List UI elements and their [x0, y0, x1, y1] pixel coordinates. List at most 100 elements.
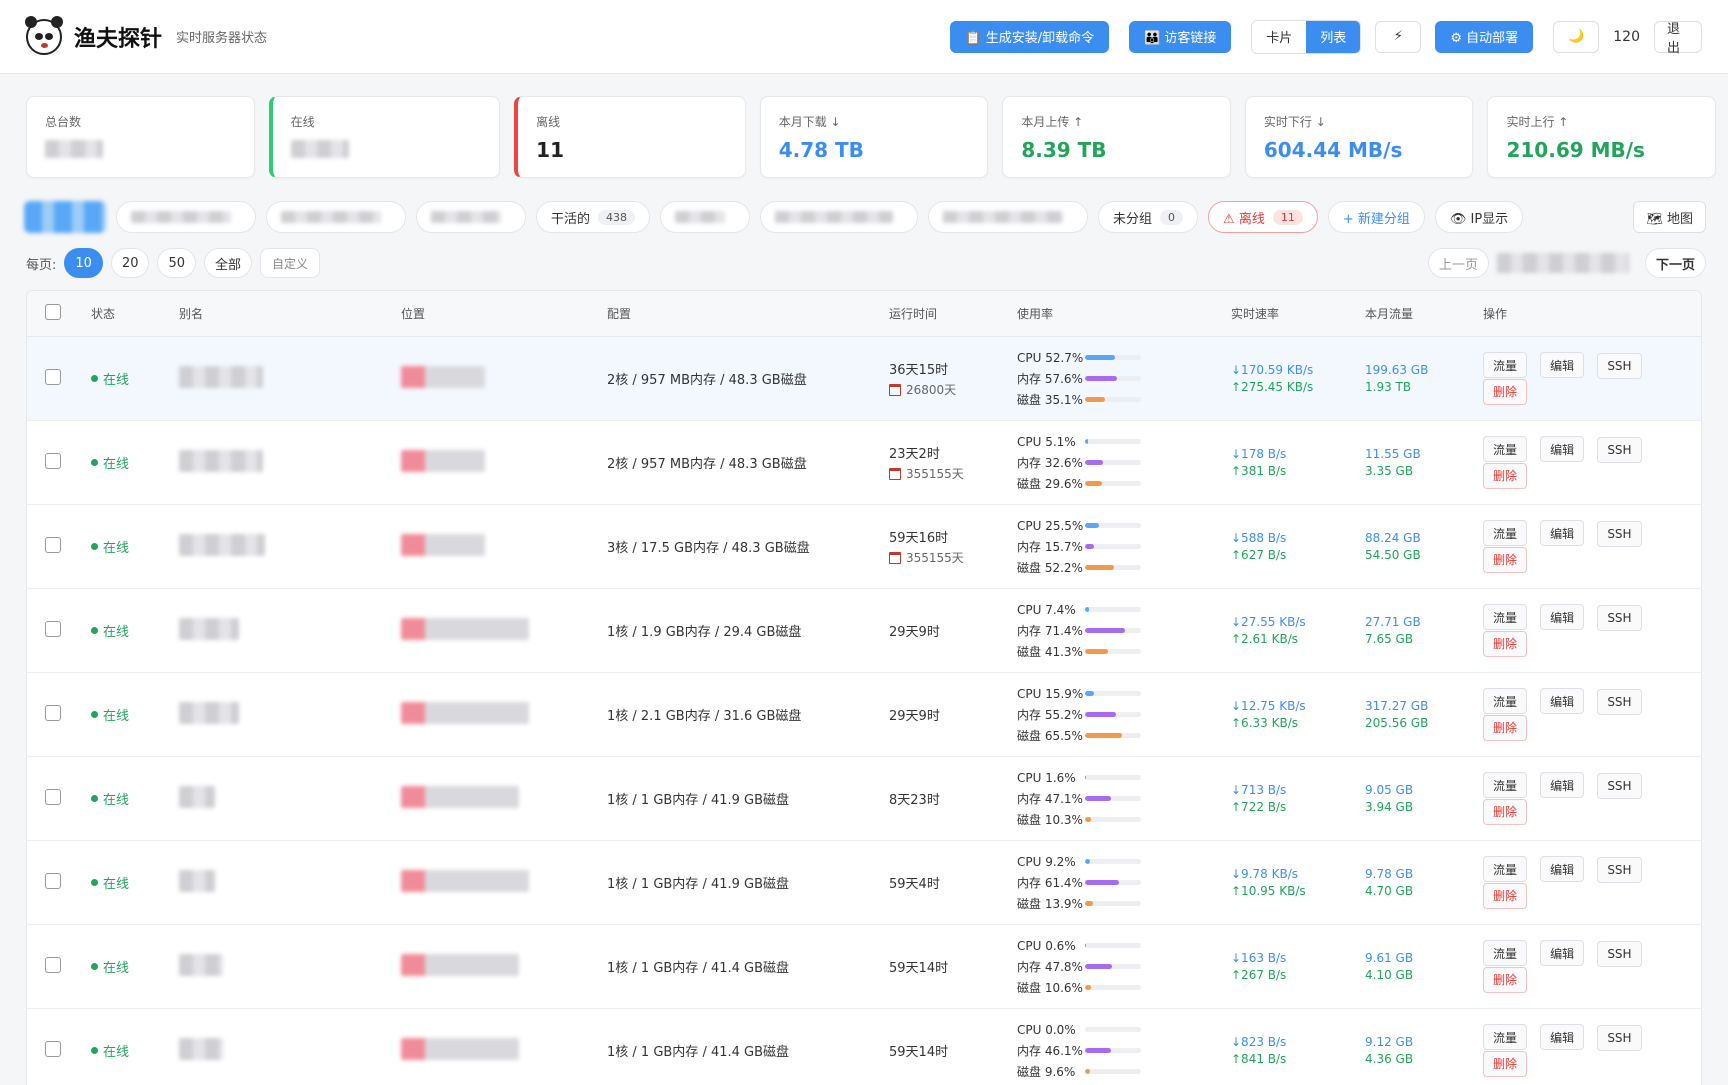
- disk-bar-fill: [1085, 397, 1105, 402]
- edit-button[interactable]: 编辑: [1540, 604, 1585, 631]
- table-row[interactable]: 在线 2核 / 957 MB内存 / 48.3 GB磁盘 23天2时 355155…: [27, 421, 1701, 505]
- refresh-interval[interactable]: 120: [1613, 29, 1640, 45]
- row-checkbox[interactable]: [45, 788, 61, 805]
- table-row[interactable]: 在线 1核 / 1 GB内存 / 41.4 GB磁盘 59天14时 CPU 0.…: [27, 925, 1701, 1009]
- group-tab-redacted[interactable]: [416, 201, 526, 233]
- row-checkbox[interactable]: [45, 872, 61, 889]
- group-tab-redacted[interactable]: [266, 201, 406, 233]
- stat-value: 604.44 MB/s: [1263, 138, 1403, 162]
- delete-button[interactable]: 删除: [1483, 378, 1528, 405]
- delete-button[interactable]: 删除: [1483, 630, 1528, 657]
- page-numbers-redacted[interactable]: [1496, 253, 1629, 273]
- per-page-50[interactable]: 50: [157, 248, 197, 278]
- traffic-button[interactable]: 流量: [1483, 856, 1528, 883]
- table-row[interactable]: 在线 1核 / 1 GB内存 / 41.9 GB磁盘 8天23时 CPU 1.6…: [27, 757, 1701, 841]
- group-count: 11: [1272, 209, 1303, 225]
- row-checkbox[interactable]: [45, 956, 61, 973]
- auto-deploy-button[interactable]: ⚙ 自动部署: [1435, 20, 1534, 53]
- edit-button[interactable]: 编辑: [1540, 688, 1585, 715]
- map-button[interactable]: 🗺 地图: [1633, 201, 1706, 233]
- traffic-button[interactable]: 流量: [1483, 604, 1528, 631]
- visitor-link-button[interactable]: 👪 访客链接: [1129, 20, 1232, 53]
- edit-button[interactable]: 编辑: [1540, 940, 1585, 967]
- traffic-month: 199.63 GB: [1365, 362, 1429, 377]
- delete-button[interactable]: 删除: [1483, 1050, 1528, 1077]
- delete-button[interactable]: 删除: [1483, 882, 1528, 909]
- delete-button[interactable]: 删除: [1483, 462, 1528, 489]
- stats-cards: 总台数 在线 离线 11 本月下载 ↓ 4.78 TB 本月上传 ↑ 8.39 …: [0, 74, 1728, 178]
- group-tab-ungrouped[interactable]: 未分组 0: [1098, 201, 1199, 233]
- group-tab-redacted[interactable]: [660, 201, 751, 233]
- edit-button[interactable]: 编辑: [1540, 1024, 1585, 1051]
- uptime-text: 59天16时: [889, 531, 949, 546]
- view-list-tab[interactable]: 列表: [1306, 20, 1361, 53]
- new-group-button[interactable]: + 新建分组: [1327, 201, 1425, 233]
- edit-button[interactable]: 编辑: [1540, 856, 1585, 883]
- table-row[interactable]: 在线 1核 / 1.9 GB内存 / 29.4 GB磁盘 29天9时 CPU 7…: [27, 589, 1701, 673]
- ssh-button[interactable]: SSH: [1597, 856, 1642, 883]
- location-redacted: [401, 365, 485, 388]
- traffic-button[interactable]: 流量: [1483, 352, 1528, 379]
- table-row[interactable]: 在线 1核 / 1 GB内存 / 41.4 GB磁盘 59天14时 CPU 0.…: [27, 1009, 1701, 1085]
- per-page-all[interactable]: 全部: [204, 248, 253, 278]
- mem-usage-text: 内存 71.4%: [1017, 624, 1083, 638]
- flash-icon[interactable]: ⚡: [1375, 20, 1422, 53]
- edit-button[interactable]: 编辑: [1540, 436, 1585, 463]
- row-checkbox[interactable]: [45, 620, 61, 637]
- speed-up: ↑627 B/s: [1231, 547, 1287, 562]
- traffic-button[interactable]: 流量: [1483, 436, 1528, 463]
- uptime-text: 59天14时: [889, 1045, 949, 1060]
- table-row[interactable]: 在线 1核 / 1 GB内存 / 41.9 GB磁盘 59天4时 CPU 9.2…: [27, 841, 1701, 925]
- view-card-tab[interactable]: 卡片: [1252, 21, 1306, 53]
- table-row[interactable]: 在线 3核 / 17.5 GB内存 / 48.3 GB磁盘 59天16时 3551…: [27, 505, 1701, 589]
- ssh-button[interactable]: SSH: [1597, 436, 1642, 463]
- traffic-total: 4.36 GB: [1365, 1051, 1414, 1066]
- traffic-button[interactable]: 流量: [1483, 520, 1528, 547]
- group-tab-redacted[interactable]: [928, 201, 1089, 233]
- ssh-button[interactable]: SSH: [1597, 604, 1642, 631]
- group-label: 干活的: [551, 211, 591, 227]
- ssh-button[interactable]: SSH: [1597, 520, 1642, 547]
- theme-moon-icon[interactable]: 🌙: [1553, 20, 1600, 53]
- next-page-button[interactable]: 下一页: [1644, 248, 1706, 278]
- ssh-button[interactable]: SSH: [1597, 1024, 1642, 1051]
- logout-button[interactable]: 退出: [1654, 20, 1702, 56]
- prev-page-button[interactable]: 上一页: [1427, 248, 1489, 278]
- table-row[interactable]: 在线 2核 / 957 MB内存 / 48.3 GB磁盘 36天15时 26800…: [27, 337, 1701, 421]
- traffic-button[interactable]: 流量: [1483, 940, 1528, 967]
- per-page-20[interactable]: 20: [110, 248, 150, 278]
- delete-button[interactable]: 删除: [1483, 798, 1528, 825]
- delete-button[interactable]: 删除: [1483, 546, 1528, 573]
- expiry-info: 355155天: [889, 465, 1017, 482]
- generate-command-button[interactable]: 📋 生成安装/卸载命令: [950, 20, 1110, 53]
- traffic-button[interactable]: 流量: [1483, 772, 1528, 799]
- ssh-button[interactable]: SSH: [1597, 940, 1642, 967]
- delete-button[interactable]: 删除: [1483, 714, 1528, 741]
- group-tab-offline[interactable]: ⚠ 离线 11: [1208, 201, 1318, 233]
- select-all-checkbox[interactable]: [45, 304, 61, 320]
- table-row[interactable]: 在线 1核 / 2.1 GB内存 / 31.6 GB磁盘 29天9时 CPU 1…: [27, 673, 1701, 757]
- row-checkbox[interactable]: [45, 704, 61, 721]
- row-checkbox[interactable]: [45, 368, 61, 385]
- ssh-button[interactable]: SSH: [1597, 688, 1642, 715]
- mem-bar-fill: [1085, 376, 1118, 381]
- per-page-custom-input[interactable]: 自定义: [260, 248, 321, 278]
- row-checkbox[interactable]: [45, 536, 61, 553]
- ip-display-toggle[interactable]: 👁 IP显示: [1434, 201, 1524, 233]
- traffic-button[interactable]: 流量: [1483, 1024, 1528, 1051]
- per-page-10[interactable]: 10: [64, 248, 103, 278]
- row-checkbox[interactable]: [45, 452, 61, 469]
- ssh-button[interactable]: SSH: [1597, 352, 1642, 379]
- row-checkbox[interactable]: [45, 1040, 61, 1057]
- group-tab-ganhuo[interactable]: 干活的 438: [536, 201, 651, 233]
- group-tab-redacted[interactable]: [116, 201, 256, 233]
- edit-button[interactable]: 编辑: [1540, 520, 1585, 547]
- edit-button[interactable]: 编辑: [1540, 352, 1585, 379]
- traffic-button[interactable]: 流量: [1483, 688, 1528, 715]
- ssh-button[interactable]: SSH: [1597, 772, 1642, 799]
- group-tab-redacted[interactable]: [24, 201, 106, 233]
- edit-button[interactable]: 编辑: [1540, 772, 1585, 799]
- delete-button[interactable]: 删除: [1483, 966, 1528, 993]
- uptime-text: 59天14时: [889, 961, 949, 976]
- group-tab-redacted[interactable]: [760, 201, 919, 233]
